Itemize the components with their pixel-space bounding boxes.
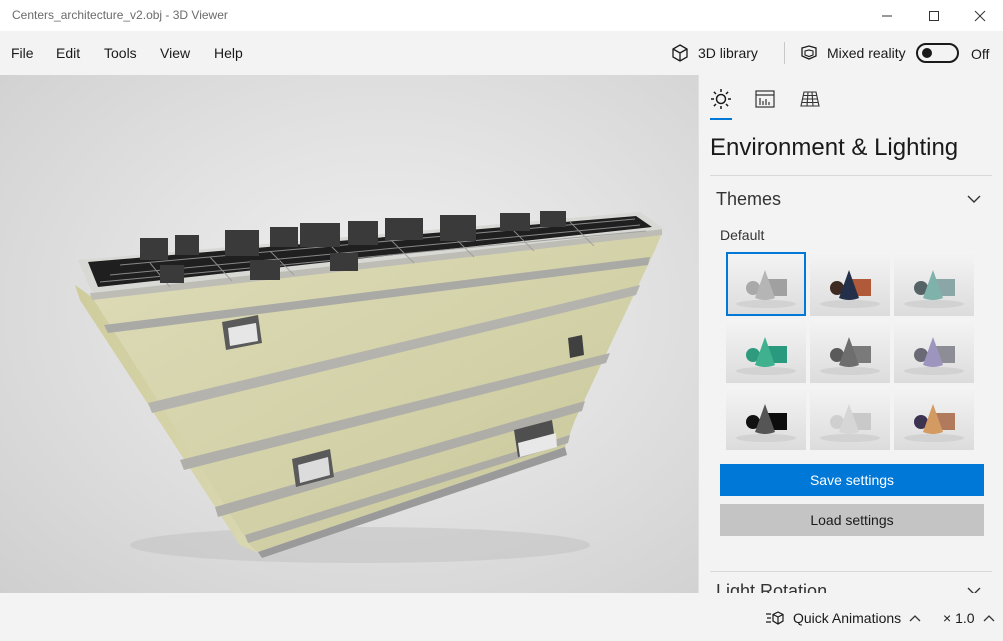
divider <box>710 571 992 572</box>
theme-option-lavender[interactable] <box>894 319 974 383</box>
mixed-reality-toggle[interactable] <box>916 43 959 63</box>
library-button[interactable]: 3D library <box>670 41 758 65</box>
environment-panel: Environment & Lighting Themes Default Sa… <box>698 75 1003 593</box>
minimize-icon <box>882 15 892 16</box>
save-settings-button[interactable]: Save settings <box>720 464 984 496</box>
theme-preview-icon <box>820 404 880 442</box>
panel-title: Environment & Lighting <box>710 134 959 161</box>
theme-option-black[interactable] <box>726 386 806 450</box>
themes-heading[interactable]: Themes <box>716 189 781 210</box>
theme-preview-icon <box>820 337 880 375</box>
theme-option-dark-orange[interactable] <box>810 252 890 316</box>
light-rotation-heading[interactable]: Light Rotation <box>716 581 827 593</box>
tab-lighting[interactable] <box>709 87 733 111</box>
default-label: Default <box>720 227 765 243</box>
toggle-state-label: Off <box>971 46 990 62</box>
theme-option-copper[interactable] <box>894 386 974 450</box>
chevron-up-icon <box>983 615 994 622</box>
maximize-button[interactable] <box>911 0 957 31</box>
minimize-button[interactable] <box>864 0 910 31</box>
theme-preview-icon <box>904 337 964 375</box>
theme-preview-icon <box>736 337 796 375</box>
menu-bar: File Edit Tools View Help 3D library Mix… <box>0 31 1003 75</box>
building-model <box>75 211 664 563</box>
divider <box>710 175 992 176</box>
grid-icon <box>800 91 820 107</box>
3d-viewport[interactable] <box>0 75 698 593</box>
active-tab-indicator <box>710 118 732 120</box>
theme-option-teal-gray[interactable] <box>894 252 974 316</box>
theme-option-light[interactable] <box>810 386 890 450</box>
menu-tools[interactable]: Tools <box>104 45 137 61</box>
theme-preview-icon <box>820 270 880 308</box>
library-label: 3D library <box>698 45 758 61</box>
tab-grid[interactable] <box>798 87 822 111</box>
quick-animations-button[interactable]: Quick Animations <box>765 610 921 626</box>
cube-icon <box>672 44 688 62</box>
title-bar: Centers_architecture_v2.obj - 3D Viewer <box>0 0 1003 31</box>
menu-view[interactable]: View <box>160 45 190 61</box>
speed-selector[interactable]: × 1.0 <box>943 610 995 626</box>
theme-preview-icon <box>904 404 964 442</box>
quick-animations-label: Quick Animations <box>793 610 902 626</box>
animation-icon <box>766 611 784 625</box>
load-settings-button[interactable]: Load settings <box>720 504 984 536</box>
chevron-down-icon[interactable] <box>967 195 981 203</box>
theme-preview-icon <box>736 270 796 308</box>
close-icon <box>974 10 986 21</box>
toggle-knob <box>922 48 932 58</box>
chevron-up-icon <box>909 615 921 622</box>
menu-file[interactable]: File <box>11 45 34 61</box>
stats-icon <box>755 90 775 108</box>
status-bar: Quick Animations × 1.0 <box>0 593 1003 641</box>
sun-icon <box>711 89 731 109</box>
theme-option-dark-gray[interactable] <box>810 319 890 383</box>
close-button[interactable] <box>957 0 1003 31</box>
theme-option-green[interactable] <box>726 319 806 383</box>
window-title: Centers_architecture_v2.obj - 3D Viewer <box>12 8 228 22</box>
toolbar-divider <box>784 42 785 64</box>
tab-stats[interactable] <box>753 87 777 111</box>
theme-preview-icon <box>736 404 796 442</box>
menu-help[interactable]: Help <box>214 45 243 61</box>
mixed-reality-button[interactable]: Mixed reality <box>799 41 906 65</box>
maximize-icon <box>929 10 939 21</box>
theme-option-default[interactable] <box>726 252 806 316</box>
mixed-reality-label: Mixed reality <box>827 45 906 61</box>
mixed-reality-icon <box>801 45 817 60</box>
menu-edit[interactable]: Edit <box>56 45 80 61</box>
theme-preview-icon <box>904 270 964 308</box>
theme-grid <box>726 252 975 452</box>
speed-value: × 1.0 <box>943 610 975 626</box>
